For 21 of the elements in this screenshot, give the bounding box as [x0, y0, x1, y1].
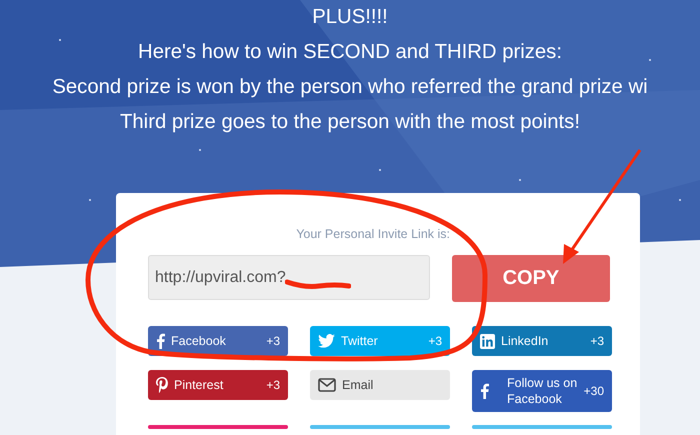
share-button[interactable]: [472, 425, 612, 429]
envelope-icon: [318, 378, 336, 392]
headline-text: PLUS!!!!: [312, 5, 388, 30]
facebook-icon: [156, 333, 165, 349]
pinterest-share-button[interactable]: Pinterest +3: [148, 370, 288, 400]
headline-text: Second prize is won by the person who referred the grand prize wi: [52, 75, 648, 100]
headline-text: Here's how to win SECOND and THIRD prizes:: [138, 40, 562, 65]
share-button[interactable]: [148, 425, 288, 429]
share-button[interactable]: [310, 425, 450, 429]
scribble-annotation: [285, 278, 351, 290]
facebook-share-button[interactable]: Facebook +3: [148, 326, 288, 356]
headline-text: Third prize goes to the person with the most points!: [120, 110, 580, 135]
invite-label: Your Personal Invite Link is:: [296, 227, 450, 241]
linkedin-icon: [480, 334, 495, 348]
linkedin-share-button[interactable]: LinkedIn +3: [472, 326, 612, 356]
invite-link-field[interactable]: http://upviral.com?: [148, 255, 430, 300]
facebook-icon: [480, 383, 489, 399]
email-share-button[interactable]: Email: [310, 370, 450, 400]
bird-icon: [318, 334, 335, 348]
copy-button[interactable]: COPY: [452, 255, 610, 302]
pinterest-icon: [156, 377, 168, 393]
